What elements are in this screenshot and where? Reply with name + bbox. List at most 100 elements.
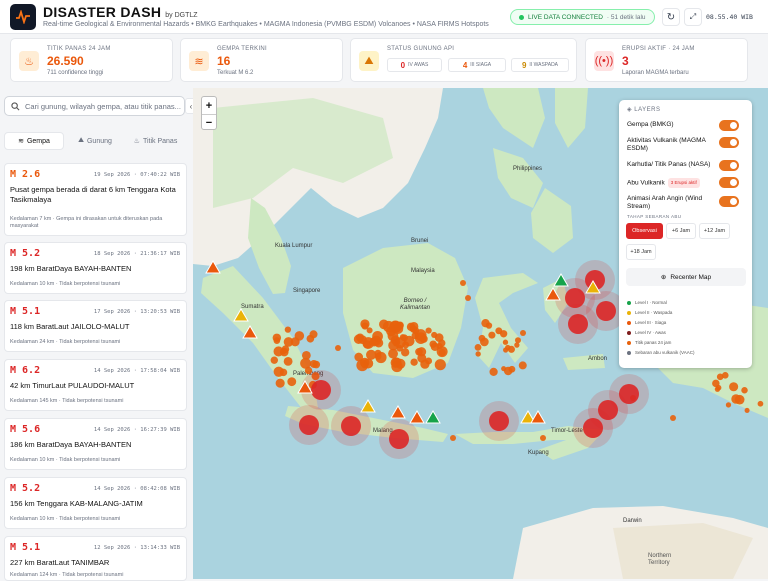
hotspot-marker[interactable] (399, 334, 406, 341)
hotspot-marker[interactable] (425, 327, 432, 334)
list-item[interactable]: M 2.6 19 Sep 2026 · 07:40:22 WIB Pusat g… (4, 163, 187, 236)
volcano-marker[interactable] (390, 405, 406, 419)
volcano-marker[interactable] (360, 399, 376, 413)
hotspot-marker[interactable] (375, 351, 387, 364)
refresh-button[interactable]: ↻ (662, 8, 680, 26)
hotspot-marker[interactable] (474, 343, 482, 351)
hotspot-marker[interactable] (309, 330, 318, 339)
hotspot-marker[interactable] (273, 366, 284, 377)
quake-marker[interactable] (299, 415, 319, 435)
volcano-marker[interactable] (553, 273, 569, 287)
quake-marker[interactable] (489, 411, 509, 431)
hotspot-marker[interactable] (716, 373, 724, 381)
volcano-marker[interactable] (242, 325, 258, 339)
hotspot-marker[interactable] (275, 378, 285, 388)
list-item[interactable]: M 5.6 14 Sep 2026 · 16:27:39 WIB 186 km … (4, 418, 187, 470)
list-item[interactable]: M 5.2 18 Sep 2026 · 21:36:17 WIB 198 km … (4, 242, 187, 294)
quake-marker[interactable] (619, 384, 639, 404)
list-item[interactable]: M 5.1 12 Sep 2026 · 13:14:33 WIB 227 km … (4, 536, 187, 581)
hotspot-marker[interactable] (505, 344, 511, 351)
hotspot-marker[interactable] (729, 382, 739, 392)
quake-marker[interactable] (596, 301, 616, 321)
hotspot-marker[interactable] (390, 357, 401, 368)
sebaran-6-button[interactable]: +6 Jam (666, 223, 696, 239)
hotspot-marker[interactable] (386, 326, 397, 337)
hotspot-marker[interactable] (465, 295, 471, 301)
hotspot-marker[interactable] (434, 359, 446, 371)
sebaran-18-button[interactable]: +18 Jam (626, 244, 656, 260)
hotspot-marker[interactable] (514, 342, 520, 348)
hotspot-marker[interactable] (518, 361, 527, 370)
hotspot-marker[interactable] (460, 280, 466, 286)
hotspot-marker[interactable] (540, 435, 546, 441)
hotspot-marker[interactable] (361, 322, 369, 330)
hotspot-marker[interactable] (744, 407, 750, 413)
hotspot-marker[interactable] (475, 351, 481, 357)
hotspot-marker[interactable] (741, 386, 748, 394)
hotspot-marker[interactable] (499, 330, 508, 338)
hotspot-marker[interactable] (488, 331, 496, 339)
zoom-out-button[interactable]: − (202, 114, 216, 131)
search-input[interactable]: Cari gunung, wilayah gempa, atau titik p… (4, 96, 185, 116)
toggle-titik-panas[interactable] (719, 160, 739, 171)
hotspot-marker[interactable] (502, 339, 509, 345)
hotspot-marker[interactable] (357, 335, 367, 345)
hotspot-marker[interactable] (354, 352, 364, 362)
hotspot-marker[interactable] (417, 353, 427, 363)
volcano-marker[interactable] (205, 260, 221, 274)
hotspot-marker[interactable] (501, 366, 507, 372)
hotspot-marker[interactable] (478, 334, 486, 342)
hotspot-marker[interactable] (312, 360, 321, 369)
tab-titik-panas[interactable]: ♨ Titik Panas (126, 132, 185, 150)
hotspot-marker[interactable] (335, 345, 341, 351)
hotspot-marker[interactable] (283, 356, 293, 366)
toggle-abu[interactable] (719, 177, 739, 188)
hotspot-marker[interactable] (725, 402, 732, 408)
zoom-in-button[interactable]: + (202, 97, 216, 114)
hotspot-marker[interactable] (379, 319, 389, 330)
hotspot-marker[interactable] (372, 330, 383, 342)
hotspot-marker[interactable] (670, 415, 676, 421)
hotspot-marker[interactable] (410, 358, 418, 366)
hotspot-marker[interactable] (388, 340, 399, 351)
list-item[interactable]: M 6.2 14 Sep 2026 · 17:58:04 WIB 42 km T… (4, 359, 187, 411)
sebaran-12-button[interactable]: +12 Jam (699, 223, 730, 239)
quake-marker[interactable] (341, 416, 361, 436)
hotspot-marker[interactable] (270, 356, 279, 364)
hotspot-marker[interactable] (273, 346, 284, 357)
volcano-marker[interactable] (409, 410, 425, 424)
list-item[interactable]: M 5.1 17 Sep 2026 · 13:20:53 WIB 118 km … (4, 300, 187, 352)
tab-gempa[interactable]: ≋ Gempa (4, 132, 64, 150)
hotspot-marker[interactable] (287, 377, 297, 387)
hotspot-marker[interactable] (431, 331, 438, 338)
hotspot-marker[interactable] (489, 367, 498, 376)
hotspot-marker[interactable] (273, 337, 281, 344)
quake-marker[interactable] (389, 429, 409, 449)
quake-marker[interactable] (568, 314, 588, 334)
hotspot-marker[interactable] (757, 400, 764, 407)
recenter-map-button[interactable]: ⊕ Recenter Map (626, 268, 746, 286)
quake-marker[interactable] (311, 380, 331, 400)
toggle-gempa[interactable] (719, 120, 739, 131)
toggle-vulkanik[interactable] (719, 137, 739, 148)
hotspot-marker[interactable] (366, 349, 377, 360)
hotspot-marker[interactable] (294, 331, 305, 341)
hotspot-marker[interactable] (363, 358, 374, 369)
hotspot-marker[interactable] (436, 343, 443, 350)
hotspot-marker[interactable] (284, 326, 292, 333)
hotspot-marker[interactable] (481, 318, 490, 328)
hotspot-marker[interactable] (411, 326, 420, 335)
tab-gunung[interactable]: ⛰ Gunung (66, 132, 124, 150)
volcano-marker[interactable] (425, 410, 441, 424)
hotspot-marker[interactable] (514, 337, 521, 344)
list-item[interactable]: M 5.2 14 Sep 2026 · 08:42:08 WIB 156 km … (4, 477, 187, 529)
sebaran-observasi-button[interactable]: Observasi (626, 223, 663, 239)
fullscreen-button[interactable]: ⤢ (684, 8, 702, 26)
hotspot-marker[interactable] (731, 394, 741, 404)
hotspot-marker[interactable] (400, 348, 410, 357)
hotspot-marker[interactable] (520, 330, 526, 336)
hotspot-marker[interactable] (415, 332, 427, 344)
toggle-angin[interactable] (719, 196, 739, 207)
volcano-marker[interactable] (530, 410, 546, 424)
hotspot-marker[interactable] (438, 349, 446, 357)
